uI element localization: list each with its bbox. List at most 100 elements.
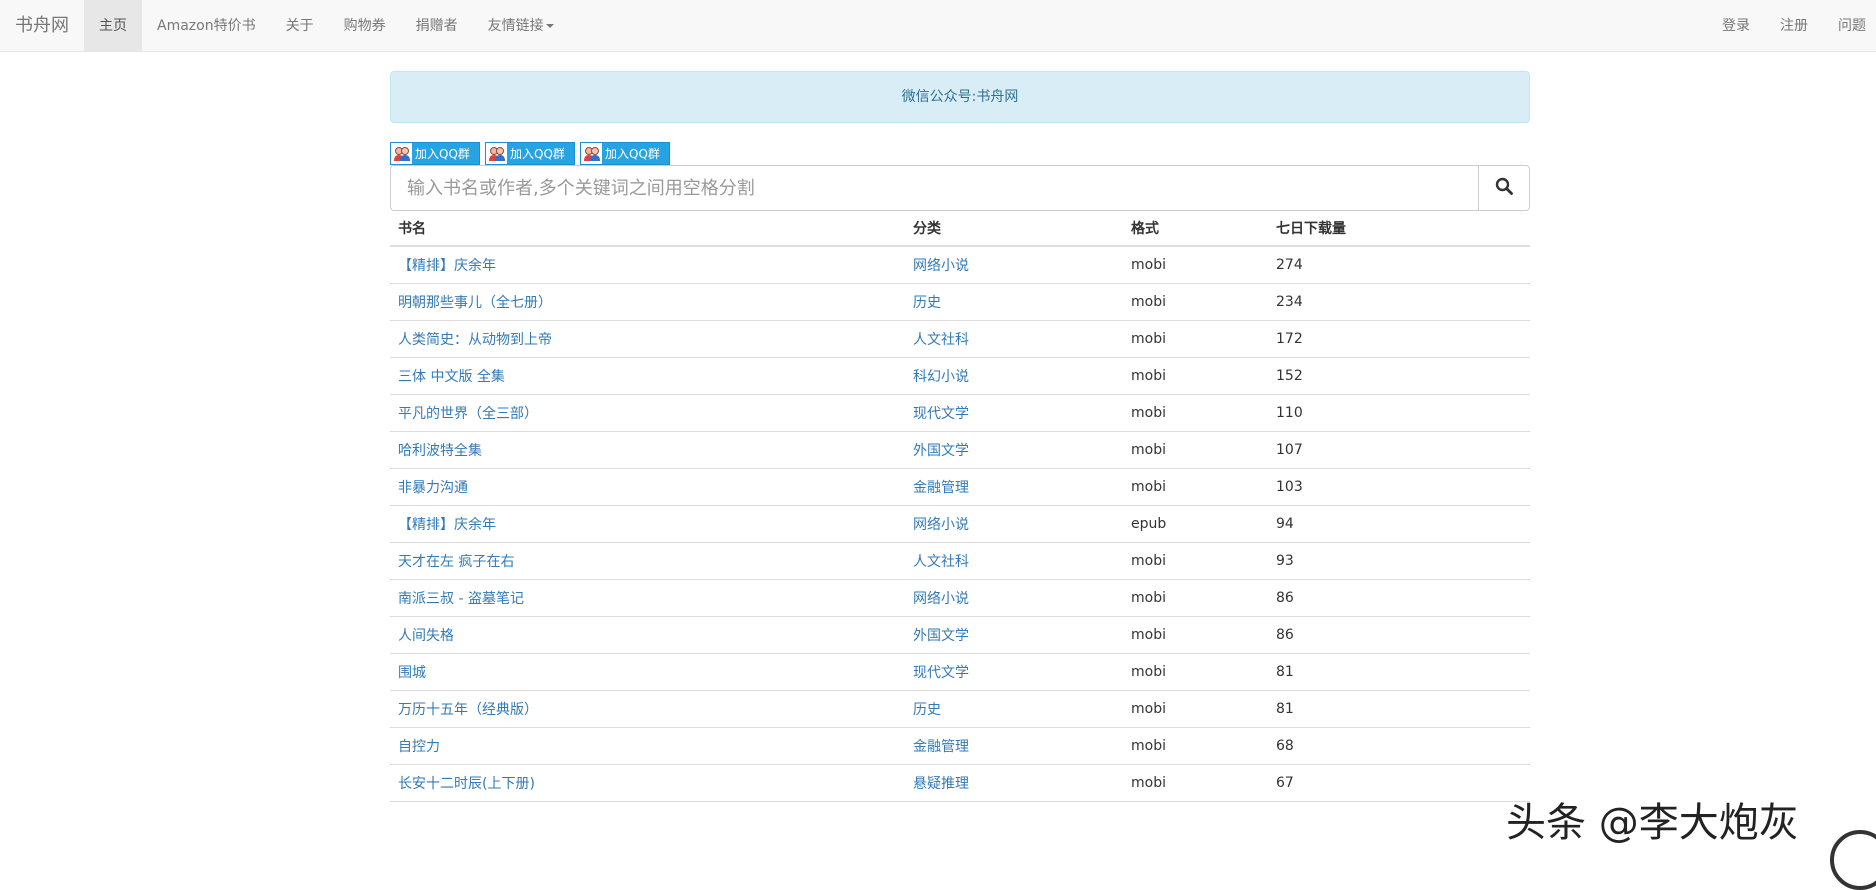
book-format-cell: mobi xyxy=(1123,542,1268,580)
book-downloads-cell: 152 xyxy=(1268,357,1530,395)
nav-item-register[interactable]: 注册 xyxy=(1765,0,1823,52)
qq-group-icon xyxy=(391,143,412,164)
book-category-link[interactable]: 金融管理 xyxy=(913,739,969,755)
nav-item-about[interactable]: 关于 xyxy=(271,0,329,52)
book-category-cell: 外国文学 xyxy=(905,431,1123,469)
brand-logo[interactable]: 书舟网 xyxy=(15,0,69,52)
table-row: 天才在左 疯子在右 人文社科 mobi 93 xyxy=(390,542,1530,580)
book-category-link[interactable]: 人文社科 xyxy=(913,554,969,570)
book-format-cell: mobi xyxy=(1123,283,1268,321)
book-title-link[interactable]: 围城 xyxy=(398,665,426,681)
book-category-link[interactable]: 网络小说 xyxy=(913,258,969,274)
book-category-link[interactable]: 现代文学 xyxy=(913,665,969,681)
book-title-link[interactable]: 哈利波特全集 xyxy=(398,443,482,459)
table-row: 长安十二时辰(上下册) 悬疑推理 mobi 67 xyxy=(390,764,1530,802)
table-row: 人类简史：从动物到上帝 人文社科 mobi 172 xyxy=(390,320,1530,358)
book-category-cell: 历史 xyxy=(905,690,1123,728)
table-row: 南派三叔 - 盗墓笔记 网络小说 mobi 86 xyxy=(390,579,1530,617)
book-table-body: 【精排】庆余年 网络小说 mobi 274 明朝那些事儿（全七册） 历史 mobi 234 人类… xyxy=(390,246,1530,802)
book-format-cell: mobi xyxy=(1123,320,1268,358)
book-title-link[interactable]: 人间失格 xyxy=(398,628,454,644)
book-category-link[interactable]: 历史 xyxy=(913,702,941,718)
book-title-link[interactable]: 南派三叔 - 盗墓笔记 xyxy=(398,591,524,607)
book-downloads-cell: 107 xyxy=(1268,431,1530,469)
book-title-link[interactable]: 【精排】庆余年 xyxy=(398,258,496,274)
book-format-cell: mobi xyxy=(1123,246,1268,284)
book-title-cell: 【精排】庆余年 xyxy=(390,246,905,284)
book-downloads-cell: 86 xyxy=(1268,616,1530,654)
book-category-link[interactable]: 外国文学 xyxy=(913,628,969,644)
nav-item-friend-links[interactable]: 友情链接 xyxy=(473,0,569,52)
join-qq-group-label: 加入QQ群 xyxy=(605,147,660,161)
search-input[interactable] xyxy=(390,165,1478,211)
column-header-format: 格式 xyxy=(1123,211,1268,247)
book-format-cell: mobi xyxy=(1123,431,1268,469)
book-title-link[interactable]: 【精排】庆余年 xyxy=(398,517,496,533)
book-format-cell: mobi xyxy=(1123,357,1268,395)
book-title-link[interactable]: 平凡的世界（全三部） xyxy=(398,406,538,422)
table-row: 自控力 金融管理 mobi 68 xyxy=(390,727,1530,765)
search-button[interactable] xyxy=(1478,165,1530,211)
book-category-link[interactable]: 金融管理 xyxy=(913,480,969,496)
book-title-link[interactable]: 人类简史：从动物到上帝 xyxy=(398,332,552,348)
book-format-cell: mobi xyxy=(1123,690,1268,728)
book-category-cell: 现代文学 xyxy=(905,394,1123,432)
nav-item-coupons[interactable]: 购物券 xyxy=(329,0,401,52)
book-downloads-cell: 93 xyxy=(1268,542,1530,580)
table-row: 非暴力沟通 金融管理 mobi 103 xyxy=(390,468,1530,506)
nav-item-donors[interactable]: 捐赠者 xyxy=(401,0,473,52)
book-title-link[interactable]: 非暴力沟通 xyxy=(398,480,468,496)
book-category-link[interactable]: 人文社科 xyxy=(913,332,969,348)
join-qq-group-button-1[interactable]: 加入QQ群 xyxy=(390,142,480,165)
book-title-link[interactable]: 长安十二时辰(上下册) xyxy=(398,776,535,792)
nav-item-faq[interactable]: 问题 xyxy=(1823,0,1876,52)
book-downloads-cell: 67 xyxy=(1268,764,1530,802)
book-category-link[interactable]: 历史 xyxy=(913,295,941,311)
nav-item-amazon-deals[interactable]: Amazon特价书 xyxy=(142,0,271,52)
nav-item-login[interactable]: 登录 xyxy=(1707,0,1765,52)
book-title-cell: 人类简史：从动物到上帝 xyxy=(390,320,905,358)
book-category-cell: 金融管理 xyxy=(905,468,1123,506)
book-format-cell: epub xyxy=(1123,505,1268,543)
book-format-cell: mobi xyxy=(1123,764,1268,802)
book-format-cell: mobi xyxy=(1123,653,1268,691)
book-category-cell: 网络小说 xyxy=(905,505,1123,543)
table-row: 明朝那些事儿（全七册） 历史 mobi 234 xyxy=(390,283,1530,321)
book-download-table: 书名 分类 格式 七日下载量 【精排】庆余年 网络小说 mobi 274 明朝那些事儿（… xyxy=(390,211,1530,802)
book-title-cell: 围城 xyxy=(390,653,905,691)
book-category-link[interactable]: 网络小说 xyxy=(913,517,969,533)
wechat-notice-banner: 微信公众号:书舟网 xyxy=(390,71,1530,123)
book-category-link[interactable]: 外国文学 xyxy=(913,443,969,459)
book-title-link[interactable]: 明朝那些事儿（全七册） xyxy=(398,295,552,311)
book-category-link[interactable]: 现代文学 xyxy=(913,406,969,422)
book-title-link[interactable]: 万历十五年（经典版） xyxy=(398,702,538,718)
book-category-cell: 外国文学 xyxy=(905,616,1123,654)
qq-group-icon xyxy=(581,143,602,164)
book-title-cell: 天才在左 疯子在右 xyxy=(390,542,905,580)
book-title-cell: 哈利波特全集 xyxy=(390,431,905,469)
book-downloads-cell: 81 xyxy=(1268,690,1530,728)
book-downloads-cell: 86 xyxy=(1268,579,1530,617)
join-qq-group-button-3[interactable]: 加入QQ群 xyxy=(580,142,670,165)
book-category-cell: 历史 xyxy=(905,283,1123,321)
book-downloads-cell: 172 xyxy=(1268,320,1530,358)
qq-group-icon xyxy=(486,143,507,164)
book-category-cell: 现代文学 xyxy=(905,653,1123,691)
book-category-link[interactable]: 网络小说 xyxy=(913,591,969,607)
book-title-link[interactable]: 自控力 xyxy=(398,739,440,755)
book-title-link[interactable]: 三体 中文版 全集 xyxy=(398,369,505,385)
book-category-link[interactable]: 悬疑推理 xyxy=(913,776,969,792)
nav-item-home[interactable]: 主页 xyxy=(84,0,142,52)
book-downloads-cell: 103 xyxy=(1268,468,1530,506)
book-downloads-cell: 81 xyxy=(1268,653,1530,691)
column-header-title: 书名 xyxy=(390,211,905,247)
book-title-cell: 三体 中文版 全集 xyxy=(390,357,905,395)
book-format-cell: mobi xyxy=(1123,616,1268,654)
book-title-link[interactable]: 天才在左 疯子在右 xyxy=(398,554,514,570)
book-category-link[interactable]: 科幻小说 xyxy=(913,369,969,385)
join-qq-group-button-2[interactable]: 加入QQ群 xyxy=(485,142,575,165)
column-header-weekly-downloads: 七日下载量 xyxy=(1268,211,1530,247)
book-downloads-cell: 274 xyxy=(1268,246,1530,284)
nav-item-friend-links-label: 友情链接 xyxy=(487,18,544,34)
table-row: 【精排】庆余年 网络小说 epub 94 xyxy=(390,505,1530,543)
